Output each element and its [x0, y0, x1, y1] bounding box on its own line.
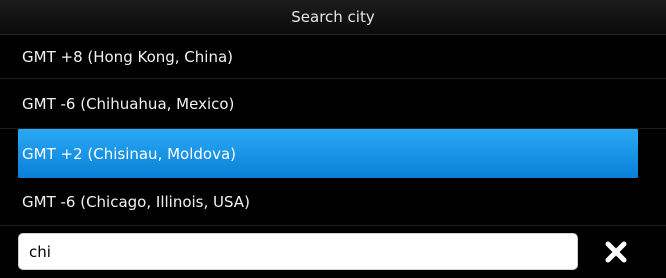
- search-input[interactable]: [18, 233, 578, 270]
- clear-search-button[interactable]: [598, 234, 634, 270]
- list-item-label: GMT +8 (Hong Kong, China): [22, 47, 234, 66]
- list-item-label: GMT -6 (Chihuahua, Mexico): [22, 94, 235, 113]
- list-item-selected[interactable]: GMT +2 (Chisinau, Moldova): [18, 129, 638, 178]
- list-item-label: GMT +2 (Chisinau, Moldova): [22, 144, 237, 163]
- title-bar: Search city: [0, 0, 666, 35]
- list-item[interactable]: GMT -6 (Chihuahua, Mexico): [0, 79, 666, 129]
- page-title: Search city: [291, 8, 375, 26]
- search-row: [0, 224, 666, 278]
- close-icon: [605, 241, 627, 263]
- list-item-label: GMT -6 (Chicago, Illinois, USA): [22, 192, 250, 211]
- results-list: GMT +8 (Hong Kong, China) GMT -6 (Chihua…: [0, 35, 666, 226]
- list-item[interactable]: GMT +8 (Hong Kong, China): [0, 35, 666, 79]
- list-item[interactable]: GMT -6 (Chicago, Illinois, USA): [0, 178, 666, 226]
